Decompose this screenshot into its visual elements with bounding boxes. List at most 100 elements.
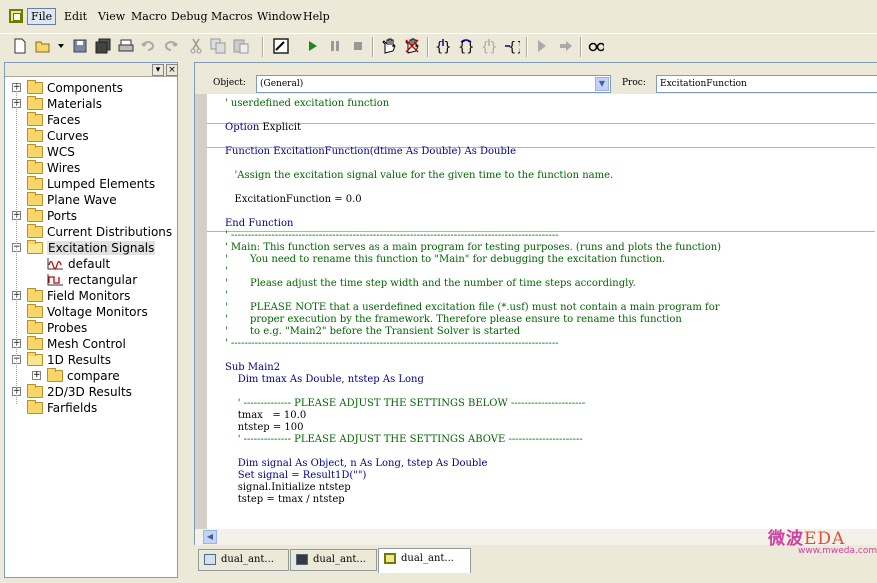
proc-select[interactable]: ExcitationFunction (656, 75, 877, 93)
proc-label: Proc: (622, 78, 646, 88)
new-file-icon[interactable] (12, 38, 28, 54)
folder-icon (27, 192, 43, 206)
code-line: Sub Main2 (225, 362, 281, 373)
tree-item-label: Excitation Signals (47, 241, 156, 255)
menu-edit[interactable]: Edit (64, 10, 87, 23)
tree-item-label: Ports (47, 209, 78, 223)
close-icon[interactable]: × (166, 64, 178, 76)
cut-icon[interactable] (188, 38, 204, 54)
print-icon[interactable] (118, 38, 134, 54)
tree-item-lumped-elements[interactable]: Lumped Elements (27, 176, 155, 192)
step-over-icon[interactable]: {} (458, 38, 474, 54)
tree-item-label: Current Distributions (47, 225, 173, 239)
tree-item-curves[interactable]: Curves (27, 128, 89, 144)
watch-icon[interactable] (588, 38, 604, 54)
signal-icon (47, 274, 63, 286)
copy-icon[interactable] (210, 38, 226, 54)
undo-icon[interactable] (140, 38, 156, 54)
editor-gutter (195, 94, 207, 530)
app-icon (9, 9, 23, 23)
tree-item-label: 1D Results (47, 353, 112, 367)
open-folder-icon[interactable] (35, 38, 51, 54)
breakpoint-icon[interactable] (381, 38, 397, 54)
clear-breakpoints-icon[interactable] (404, 38, 420, 54)
folder-icon (27, 160, 43, 174)
code-line: tmax = 10.0 (225, 410, 307, 421)
panel-menu-icon[interactable]: ▾ (152, 64, 164, 76)
code-line: ntstep = 100 (225, 422, 304, 433)
tree-item-label: Probes (47, 321, 88, 335)
stop-icon[interactable] (350, 38, 366, 54)
chevron-down-icon[interactable]: ▼ (595, 77, 609, 91)
paste-icon[interactable] (233, 38, 249, 54)
tree-item-label: Faces (47, 113, 81, 127)
tree-item-rectangular[interactable]: rectangular (47, 272, 137, 288)
menu-debug[interactable]: Debug (171, 10, 208, 23)
step-to-cursor-icon[interactable]: {} (504, 38, 520, 54)
tree-item-wires[interactable]: Wires (27, 160, 80, 176)
svg-text:{}: {} (508, 40, 520, 54)
tree-item-wcs[interactable]: WCS (27, 144, 75, 160)
folder-icon (27, 80, 43, 94)
watermark: 微波EDA www.mweda.com (768, 524, 877, 556)
code-line: End Function (225, 218, 294, 229)
signal-icon (47, 258, 63, 270)
tree-item-farfields[interactable]: Farfields (27, 400, 97, 416)
code-line: Set signal = Result1D("") (225, 470, 367, 481)
tab-document-1[interactable]: dual_ant... (198, 549, 289, 571)
step-into-icon[interactable]: {} (435, 38, 451, 54)
tree-item-probes[interactable]: Probes (27, 320, 87, 336)
tree-item-label: Voltage Monitors (47, 305, 148, 319)
code-line: ' Main: This function serves as a main p… (225, 242, 722, 253)
tree-item-current-distributions[interactable]: Current Distributions (27, 224, 172, 240)
tree-item-label: Materials (47, 97, 103, 111)
menu-window[interactable]: Window (257, 10, 302, 23)
code-area[interactable]: ' userdefined excitation function Option … (207, 94, 875, 530)
tab-document-2[interactable]: dual_ant... (290, 549, 377, 571)
watermark-url: www.mweda.com (798, 546, 877, 556)
code-line: ' --------------------------------------… (225, 338, 559, 349)
tree-panel-header: ▾ × (5, 63, 178, 77)
dropdown-arrow-icon[interactable] (57, 38, 65, 54)
menu-macro[interactable]: Macro (131, 10, 167, 23)
macro-editor-icon[interactable] (273, 38, 289, 54)
save-all-icon[interactable] (95, 38, 111, 54)
redo-icon[interactable] (163, 38, 179, 54)
run-icon[interactable] (304, 38, 320, 54)
folder-icon (27, 128, 43, 142)
toolbar-separator (372, 37, 374, 57)
tree-item-1d-results[interactable]: −1D Results (12, 352, 112, 368)
menu-help[interactable]: Help (303, 10, 330, 23)
menu-macros[interactable]: Macros (211, 10, 253, 23)
tree-item-default[interactable]: default (47, 256, 110, 272)
arrow-right-icon[interactable] (558, 38, 574, 54)
save-icon[interactable] (72, 38, 88, 54)
document-icon (296, 554, 308, 565)
step-out-icon[interactable]: {} (481, 38, 497, 54)
code-line: ' to e.g. "Main2" before the Transient S… (225, 326, 521, 337)
tree-item-label: 2D/3D Results (47, 385, 132, 399)
tree-item-components[interactable]: + Components (12, 80, 123, 96)
folder-icon (27, 112, 43, 126)
tree-item-mesh-control[interactable]: + Mesh Control (12, 336, 126, 352)
tree-item-faces[interactable]: Faces (27, 112, 80, 128)
tab-document-3[interactable]: dual_ant... (378, 548, 471, 573)
menu-view[interactable]: View (98, 10, 125, 23)
menu-file[interactable]: File (27, 8, 57, 25)
tree-item-voltage-monitors[interactable]: Voltage Monitors (27, 304, 148, 320)
tree-item-label: Components (47, 81, 123, 95)
pause-icon[interactable] (327, 38, 343, 54)
jump-icon[interactable] (535, 38, 551, 54)
tree-item-ports[interactable]: + Ports (12, 208, 78, 224)
code-line: ' -------------- PLEASE ADJUST THE SETTI… (225, 398, 586, 409)
tree-item-compare[interactable]: + compare (32, 368, 120, 384)
tree-item-field-monitors[interactable]: + Field Monitors (12, 288, 130, 304)
expand-icon[interactable]: + (32, 371, 41, 380)
scroll-left-icon[interactable]: ◀ (203, 530, 217, 544)
tree-item-plane-wave[interactable]: Plane Wave (27, 192, 117, 208)
tree-item-excitation-signals[interactable]: − Excitation Signals (12, 240, 156, 256)
object-label: Object: (213, 78, 246, 88)
object-select[interactable]: (General) ▼ (256, 75, 611, 93)
tree-item-2d-3d-results[interactable]: +2D/3D Results (12, 384, 132, 400)
tree-item-materials[interactable]: + Materials (12, 96, 103, 112)
